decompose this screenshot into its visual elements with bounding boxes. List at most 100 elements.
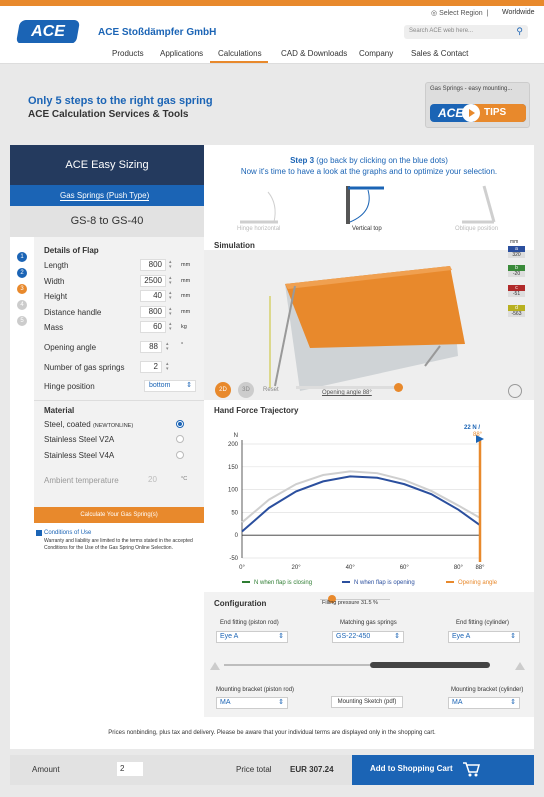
x-tick-label: 20° xyxy=(292,565,302,571)
length-unit: mm xyxy=(181,262,191,268)
x-tick-label: 60° xyxy=(400,565,410,571)
material-heading: Material xyxy=(44,406,75,415)
height-label: Height xyxy=(44,292,68,301)
search-input[interactable]: Search ACE web here... ⚲ xyxy=(404,25,528,39)
opening-angle-spinner-icon[interactable]: ▴ ▾ xyxy=(166,342,172,352)
x-tick-label: 40° xyxy=(346,565,356,571)
nav-calculations[interactable]: Calculations xyxy=(218,49,262,58)
amount-label: Amount xyxy=(32,765,60,774)
material-radio-v4a[interactable] xyxy=(176,451,184,459)
material-option-v2a[interactable]: Stainless Steel V2A xyxy=(44,435,114,444)
gas-springs-count-spinner-icon[interactable]: ▴ ▾ xyxy=(166,362,172,372)
hinge-position-select[interactable]: bottom ⇕ xyxy=(144,380,196,392)
mount-label-oblique: Oblique position xyxy=(455,226,499,232)
step-dot-1[interactable]: 1 xyxy=(17,252,27,262)
company-name: ACE Stoßdämpfer GmbH xyxy=(98,27,217,38)
bracket-piston-label: Mounting bracket (piston rod) xyxy=(216,687,295,693)
step-description: Now it's time to have a look at the grap… xyxy=(240,167,498,176)
angle-slider-label: Opening angle 88° xyxy=(322,390,372,396)
tips-caption: Gas Springs - easy mounting... xyxy=(430,86,513,92)
simulation-title: Simulation xyxy=(214,241,255,250)
view-3d-button[interactable]: 3D xyxy=(238,382,254,398)
product-range: GS-8 to GS-40 xyxy=(70,215,144,227)
angle-slider-track[interactable] xyxy=(296,386,400,389)
nav-cad-downloads[interactable]: CAD & Downloads xyxy=(281,49,347,58)
end-piston-select[interactable]: Eye A ⇕ xyxy=(216,631,288,643)
y-tick-label: 200 xyxy=(228,442,239,448)
legend-label: N when flap is opening xyxy=(354,580,415,586)
distance-handle-spinner-icon[interactable]: ▴ ▾ xyxy=(169,307,175,317)
matching-springs-select[interactable]: GS-22-450 ⇕ xyxy=(332,631,404,643)
length-input[interactable]: 800 xyxy=(140,259,166,271)
material-radio-steel[interactable] xyxy=(176,420,184,428)
ambient-temp-unit: °C xyxy=(181,476,188,482)
step-dot-2[interactable]: 2 xyxy=(17,268,27,278)
bracket-piston-select[interactable]: MA ⇕ xyxy=(216,697,288,709)
nav-products[interactable]: Products xyxy=(112,49,144,58)
material-option-steel[interactable]: Steel, coated (NEWTONLINE) xyxy=(44,420,133,429)
gas-springs-count-input[interactable]: 2 xyxy=(140,361,162,373)
legend-label: N when flap is closing xyxy=(254,580,312,586)
height-spinner-icon[interactable]: ▴ ▾ xyxy=(169,291,175,301)
conditions-checkbox[interactable] xyxy=(36,530,42,536)
step-dot-3[interactable]: 3 xyxy=(17,284,27,294)
x-tick-label: 80° xyxy=(454,565,464,571)
flap-heading: Details of Flap xyxy=(44,246,99,255)
step-dot-4: 4 xyxy=(17,300,27,310)
divider xyxy=(34,400,204,401)
worldwide-link[interactable]: Worldwide xyxy=(502,9,535,16)
end-piston-label: End fitting (piston rod) xyxy=(220,620,279,626)
opening-angle-unit: ° xyxy=(181,342,184,348)
width-unit: mm xyxy=(181,278,191,284)
mounting-sketch-button[interactable]: Mounting Sketch (pdf) xyxy=(331,696,403,708)
active-nav-indicator xyxy=(210,61,268,63)
mass-spinner-icon[interactable]: ▴ ▾ xyxy=(169,322,175,332)
gas-springs-count-label: Number of gas springs xyxy=(44,363,125,372)
calculate-button[interactable]: Calculate Your Gas Spring(s) xyxy=(34,507,204,523)
play-icon xyxy=(462,104,480,122)
marker-angle-label: 88° xyxy=(473,432,483,438)
conditions-link[interactable]: Conditions of Use xyxy=(44,530,91,536)
angle-slider-handle[interactable] xyxy=(394,383,403,392)
chevron-down-icon: ⇕ xyxy=(394,633,400,640)
nav-applications[interactable]: Applications xyxy=(160,49,203,58)
mount-option-hinge-horizontal[interactable] xyxy=(238,184,282,226)
ace-logo[interactable]: ACE xyxy=(15,20,81,44)
width-input[interactable]: 2500 xyxy=(140,275,166,287)
length-label: Length xyxy=(44,261,69,270)
nav-company[interactable]: Company xyxy=(359,49,393,58)
length-spinner-icon[interactable]: ▴ ▾ xyxy=(169,260,175,270)
view-2d-button[interactable]: 2D xyxy=(215,382,231,398)
material-option-v4a[interactable]: Stainless Steel V4A xyxy=(44,451,114,460)
select-region-link[interactable]: ◎ Select Region | xyxy=(431,9,488,17)
bracket-cylinder-select[interactable]: MA ⇕ xyxy=(448,697,520,709)
chevron-down-icon: ⇕ xyxy=(510,633,516,640)
distance-handle-unit: mm xyxy=(181,309,191,315)
dim-d: d -563 xyxy=(508,305,525,323)
height-input[interactable]: 40 xyxy=(140,290,166,302)
cart-icon xyxy=(463,762,480,777)
add-to-cart-label: Add to Shopping Cart xyxy=(370,764,453,773)
reset-link[interactable]: Reset xyxy=(263,387,279,393)
y-tick-label: -50 xyxy=(229,556,238,562)
nav-sales-contact[interactable]: Sales & Contact xyxy=(411,49,468,58)
width-spinner-icon[interactable]: ▴ ▾ xyxy=(169,276,175,286)
mount-option-oblique[interactable] xyxy=(454,184,498,226)
tips-label-box: TIPS xyxy=(474,104,526,122)
sizing-subtitle[interactable]: Gas Springs (Push Type) xyxy=(60,191,150,201)
distance-handle-input[interactable]: 800 xyxy=(140,306,166,318)
mount-option-vertical-top[interactable] xyxy=(344,184,388,226)
mount-label-hinge-horizontal: Hinge horizontal xyxy=(237,226,281,232)
material-radio-v2a[interactable] xyxy=(176,435,184,443)
amount-input[interactable]: 2 xyxy=(117,762,143,776)
rotate-view-icon[interactable] xyxy=(508,384,522,398)
y-tick-label: 150 xyxy=(228,465,239,471)
height-unit: mm xyxy=(181,293,191,299)
mass-input[interactable]: 60 xyxy=(140,321,166,333)
price-notice: Prices nonbinding, plus tax and delivery… xyxy=(108,730,436,736)
opening-angle-input[interactable]: 88 xyxy=(140,341,162,353)
step-dot-5: 5 xyxy=(17,316,27,326)
hero-title: Only 5 steps to the right gas spring xyxy=(28,95,213,107)
end-cylinder-select[interactable]: Eye A ⇕ xyxy=(448,631,520,643)
marker-force-label: 22 N / xyxy=(464,425,480,431)
